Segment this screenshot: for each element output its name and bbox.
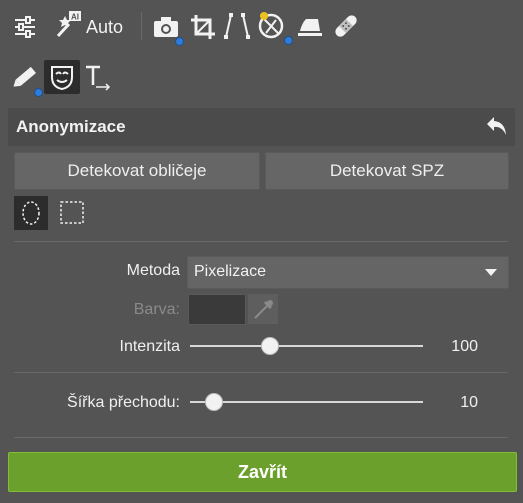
method-select-value: Pixelizace xyxy=(194,263,267,280)
close-button[interactable]: Zavřít xyxy=(8,452,517,492)
transition-width-label: Šířka přechodu: xyxy=(67,394,180,411)
rectangle-selection-button[interactable] xyxy=(56,196,90,230)
ellipse-selection-icon xyxy=(22,201,40,225)
adjustments-sliders-icon[interactable] xyxy=(10,12,40,42)
panel-title: Anonymizace xyxy=(16,117,126,136)
auto-button[interactable]: Auto xyxy=(86,17,123,38)
iron-icon[interactable] xyxy=(295,12,325,42)
transition-width-value: 10 xyxy=(460,394,478,411)
detect-plates-button[interactable]: Detekovat SPZ xyxy=(265,152,509,190)
lens-active-dot xyxy=(284,36,293,45)
intensity-slider-track[interactable] xyxy=(190,345,423,347)
ai-magic-wand-icon[interactable]: AI xyxy=(52,10,82,40)
lens-correction-icon-glyph xyxy=(258,12,284,39)
adjustments-sliders-icon-glyph xyxy=(15,16,35,38)
reset-button[interactable] xyxy=(484,113,510,139)
ellipse-selection-button[interactable] xyxy=(14,196,48,230)
lens-correction-icon[interactable] xyxy=(257,10,287,40)
eraser-brush-icon-glyph xyxy=(13,66,36,87)
method-select[interactable]: Pixelizace xyxy=(187,256,509,289)
text-tool-icon-glyph xyxy=(86,65,111,91)
iron-icon-glyph xyxy=(298,19,322,36)
eraser-active-dot xyxy=(34,88,43,97)
camera-icon-glyph xyxy=(154,17,178,37)
bandage-icon[interactable] xyxy=(331,11,361,41)
chevron-down-icon xyxy=(485,269,497,276)
transition-width-slider-track[interactable] xyxy=(190,401,423,403)
intensity-slider-knob[interactable] xyxy=(261,337,280,355)
panel-header: Anonymizace xyxy=(8,108,515,146)
toolbar-divider xyxy=(141,12,142,40)
perspective-icon[interactable] xyxy=(222,11,252,41)
divider xyxy=(14,437,508,438)
eyedropper-icon xyxy=(254,300,273,319)
ai-magic-wand-icon-glyph: AI xyxy=(56,11,81,38)
undo-arrow-icon xyxy=(487,117,506,135)
transition-width-slider-knob[interactable] xyxy=(205,393,224,411)
svg-text:AI: AI xyxy=(71,13,79,22)
divider xyxy=(14,372,508,373)
divider xyxy=(14,241,508,242)
crop-icon-glyph xyxy=(191,15,215,39)
rectangle-selection-icon xyxy=(60,201,84,224)
detect-faces-button[interactable]: Detekovat obličeje xyxy=(14,152,260,190)
eyedropper-button xyxy=(248,294,278,324)
intensity-label: Intenzita xyxy=(119,338,180,355)
anonymize-tool-button[interactable] xyxy=(44,60,80,94)
anonymize-mask-icon xyxy=(51,66,73,91)
text-tool-icon[interactable] xyxy=(83,62,113,92)
color-label: Barva: xyxy=(133,301,180,318)
bandage-icon-glyph xyxy=(335,15,357,37)
crop-icon[interactable] xyxy=(188,12,218,42)
perspective-icon-glyph xyxy=(224,13,250,39)
color-swatch xyxy=(188,294,246,325)
method-label: Metoda xyxy=(126,262,180,279)
intensity-value: 100 xyxy=(451,338,478,355)
camera-active-dot xyxy=(175,37,184,46)
